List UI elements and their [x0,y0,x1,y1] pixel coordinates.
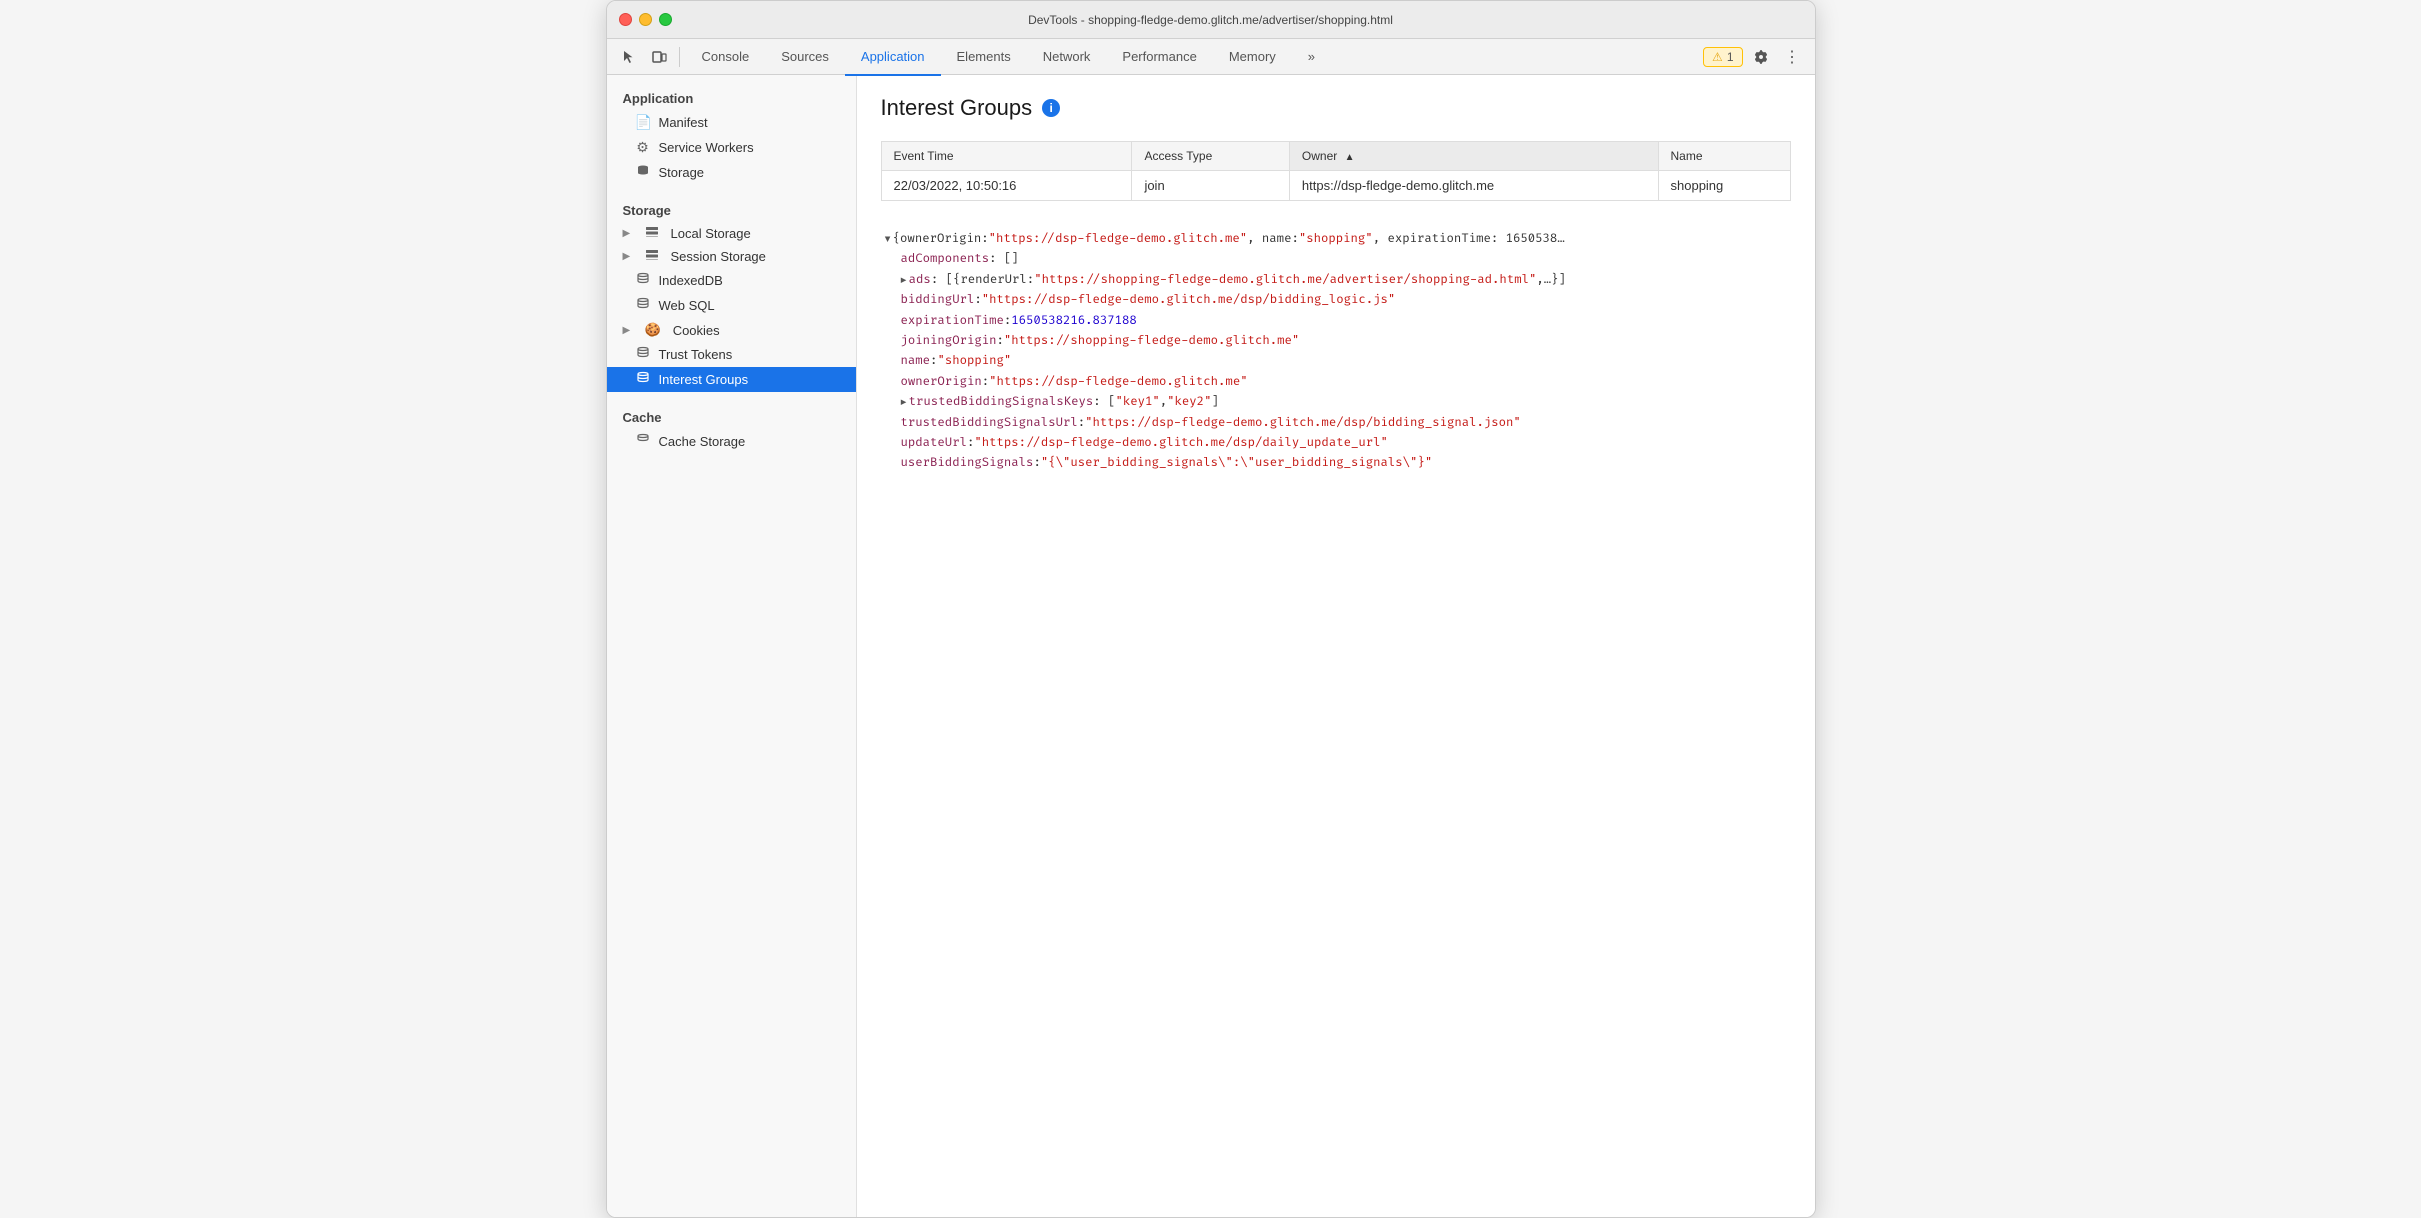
tab-console[interactable]: Console [686,40,766,76]
toolbar-divider [679,47,680,67]
json-line-update-url: updateUrl : "https://dsp-fledge-demo.gli… [881,433,1791,453]
json-line-ads[interactable]: ▶ ads : [{renderUrl: "https://shopping-f… [881,270,1791,290]
main-layout: Application 📄 Manifest ⚙ Service Workers… [607,75,1815,1217]
toolbar-right: ⚠ 1 ⋮ [1703,43,1806,71]
sidebar-item-storage[interactable]: Storage [607,160,856,185]
cell-access-type: join [1132,171,1289,201]
sidebar-item-indexeddb[interactable]: IndexedDB [607,268,856,293]
sidebar-item-local-storage[interactable]: ▶ Local Storage [607,222,856,245]
col-access-type[interactable]: Access Type [1132,142,1289,171]
sidebar-section-storage: Storage [607,197,856,222]
window-controls [619,13,672,26]
trust-tokens-icon [635,346,651,363]
json-line-bidding-url: biddingUrl : "https://dsp-fledge-demo.gl… [881,290,1791,310]
expand-arrow-session-storage: ▶ [623,251,635,262]
cell-name: shopping [1658,171,1790,201]
col-name[interactable]: Name [1658,142,1790,171]
indexeddb-icon [635,272,651,289]
col-event-time[interactable]: Event Time [881,142,1132,171]
service-workers-icon: ⚙ [635,139,651,156]
page-title-row: Interest Groups i [881,95,1791,121]
minimize-button[interactable] [639,13,652,26]
tab-elements[interactable]: Elements [941,40,1027,76]
tab-sources[interactable]: Sources [765,40,845,76]
cursor-icon[interactable] [615,43,643,71]
json-line-trusted-bidding-keys[interactable]: ▶ trustedBiddingSignalsKeys : [ "key1" ,… [881,392,1791,412]
interest-groups-icon [635,371,651,388]
json-line-joining-origin: joiningOrigin : "https://shopping-fledge… [881,331,1791,351]
tab-memory[interactable]: Memory [1213,40,1292,76]
sidebar-section-cache: Cache [607,404,856,429]
toolbar-tabs: Console Sources Application Elements Net… [686,39,1702,75]
json-viewer: ▼ { ownerOrigin: "https://dsp-fledge-dem… [881,221,1791,482]
sort-arrow-owner: ▲ [1345,152,1355,163]
local-storage-icon [645,226,659,241]
cell-owner: https://dsp-fledge-demo.glitch.me [1289,171,1658,201]
sidebar: Application 📄 Manifest ⚙ Service Workers… [607,75,857,1217]
sidebar-item-session-storage[interactable]: ▶ Session Storage [607,245,856,268]
close-button[interactable] [619,13,632,26]
window-title: DevTools - shopping-fledge-demo.glitch.m… [1028,13,1393,27]
expand-root[interactable]: ▼ [885,232,891,249]
expand-arrow-local-storage: ▶ [623,228,635,239]
interest-groups-table: Event Time Access Type Owner ▲ Name [881,141,1791,201]
page-title: Interest Groups [881,95,1033,121]
manifest-icon: 📄 [635,114,651,131]
table-row[interactable]: 22/03/2022, 10:50:16 join https://dsp-fl… [881,171,1790,201]
sidebar-item-interest-groups[interactable]: Interest Groups [607,367,856,392]
device-toggle-icon[interactable] [645,43,673,71]
tab-more[interactable]: » [1292,40,1331,76]
warning-badge[interactable]: ⚠ 1 [1703,47,1742,67]
json-line-trusted-bidding-url: trustedBiddingSignalsUrl : "https://dsp-… [881,413,1791,433]
sidebar-section-application: Application [607,85,856,110]
web-sql-icon [635,297,651,314]
cache-storage-icon [635,433,651,450]
toolbar: Console Sources Application Elements Net… [607,39,1815,75]
tab-performance[interactable]: Performance [1106,40,1212,76]
sidebar-item-service-workers[interactable]: ⚙ Service Workers [607,135,856,160]
json-line-root[interactable]: ▼ { ownerOrigin: "https://dsp-fledge-dem… [881,229,1791,249]
titlebar: DevTools - shopping-fledge-demo.glitch.m… [607,1,1815,39]
settings-icon[interactable] [1747,43,1775,71]
content-area: Interest Groups i Event Time Access Type… [857,75,1815,1217]
cell-event-time: 22/03/2022, 10:50:16 [881,171,1132,201]
maximize-button[interactable] [659,13,672,26]
table-header-row: Event Time Access Type Owner ▲ Name [881,142,1790,171]
sidebar-item-cache-storage[interactable]: Cache Storage [607,429,856,454]
json-line-adcomponents: adComponents : [] [881,249,1791,269]
json-line-owner-origin: ownerOrigin : "https://dsp-fledge-demo.g… [881,372,1791,392]
more-options-icon[interactable]: ⋮ [1779,43,1807,71]
sidebar-item-manifest[interactable]: 📄 Manifest [607,110,856,135]
sidebar-item-trust-tokens[interactable]: Trust Tokens [607,342,856,367]
expand-ads[interactable]: ▶ [901,273,907,290]
expand-arrow-cookies: ▶ [623,325,635,336]
warning-count: 1 [1727,50,1734,64]
json-line-expiration-time: expirationTime : 1650538216.837188 [881,311,1791,331]
json-line-user-bidding-signals: userBiddingSignals : "{\"user_bidding_si… [881,453,1791,473]
session-storage-icon [645,249,659,264]
storage-icon [635,164,651,181]
warning-icon: ⚠ [1712,50,1723,64]
json-line-name: name : "shopping" [881,351,1791,371]
tab-application[interactable]: Application [845,40,941,76]
sidebar-item-web-sql[interactable]: Web SQL [607,293,856,318]
col-owner[interactable]: Owner ▲ [1289,142,1658,171]
expand-trusted-bidding-keys[interactable]: ▶ [901,395,907,412]
tab-network[interactable]: Network [1027,40,1107,76]
cookies-icon: 🍪 [645,322,661,338]
devtools-window: DevTools - shopping-fledge-demo.glitch.m… [606,0,1816,1218]
sidebar-item-cookies[interactable]: ▶ 🍪 Cookies [607,318,856,342]
info-icon[interactable]: i [1042,99,1060,117]
